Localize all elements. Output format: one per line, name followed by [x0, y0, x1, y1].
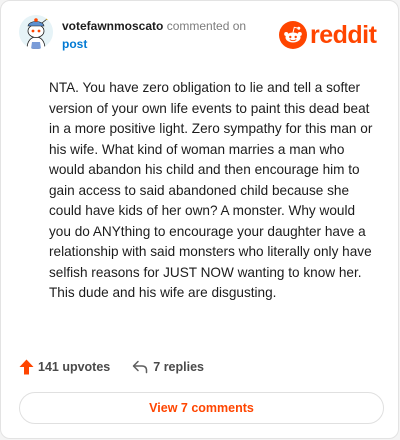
- reply-count: 7 replies: [153, 360, 204, 374]
- snoo-avatar-icon: [19, 15, 53, 49]
- comment-actions: 141 upvotes 7 replies: [19, 359, 204, 375]
- action-text: commented on: [166, 19, 247, 33]
- comment-body: NTA. You have zero obligation to lie and…: [49, 80, 373, 300]
- upvote-arrow-icon: [19, 359, 34, 375]
- post-link[interactable]: post: [62, 36, 272, 52]
- user-avatar[interactable]: [19, 15, 53, 49]
- upvote-button[interactable]: 141 upvotes: [19, 359, 110, 375]
- author-username[interactable]: votefawnmoscato: [62, 19, 163, 33]
- logo-wordmark: reddit: [310, 20, 377, 49]
- reply-button[interactable]: 7 replies: [132, 360, 204, 374]
- reddit-logo[interactable]: reddit: [279, 20, 377, 49]
- upvote-count: 141 upvotes: [38, 360, 111, 374]
- comment-header: votefawnmoscato commented on post: [62, 18, 272, 52]
- comment-card: votefawnmoscato commented on post reddit…: [0, 0, 399, 439]
- view-comments-button[interactable]: View 7 comments: [19, 392, 384, 424]
- reddit-logo-icon: [279, 21, 307, 49]
- reply-arrow-icon: [133, 360, 148, 374]
